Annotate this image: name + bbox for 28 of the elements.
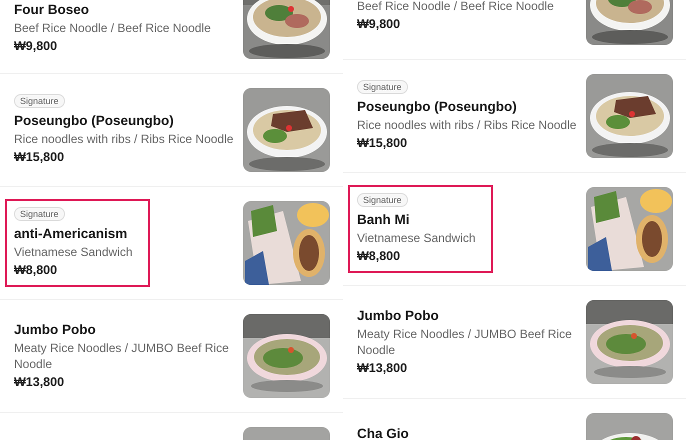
- item-name: Jumbo Pobo: [14, 321, 96, 338]
- item-price: ₩15,800: [14, 149, 64, 166]
- item-name: Banh Mi: [357, 211, 410, 228]
- item-description: Meaty Rice Noodles / JUMBO Beef Rice Noodle: [357, 326, 573, 358]
- signature-badge: Signature: [357, 193, 408, 207]
- item-description: Beef Rice Noodle / Beef Rice Noodle: [14, 20, 211, 36]
- item-description: Rice noodles with ribs / Ribs Rice Noodle: [14, 131, 234, 147]
- item-price: ₩13,800: [357, 360, 408, 377]
- item-price: ₩8,800: [357, 248, 400, 265]
- item-price: ₩15,800: [357, 135, 408, 152]
- item-name: Cha Gio: [357, 424, 409, 440]
- signature-badge: Signature: [14, 94, 65, 108]
- item-name: anti-Americanism: [14, 225, 128, 242]
- item-price: ₩13,800: [14, 374, 64, 391]
- signature-badge: Signature: [357, 80, 408, 94]
- item-name: Jumbo Pobo: [357, 307, 439, 324]
- item-description: Meaty Rice Noodles / JUMBO Beef Rice Noodle: [14, 340, 230, 372]
- item-price: ₩9,800: [357, 16, 400, 32]
- item-name: Four Boseo: [14, 1, 90, 18]
- item-name: Poseungbo (Poseungbo): [357, 98, 517, 115]
- item-price: ₩8,800: [14, 262, 58, 279]
- item-name: Poseungbo (Poseungbo): [14, 112, 174, 129]
- item-description: Vietnamese Sandwich: [14, 244, 133, 260]
- signature-badge: Signature: [14, 207, 65, 221]
- item-price: ₩9,800: [14, 38, 58, 55]
- item-description: Rice noodles with ribs / Ribs Rice Noodle: [357, 117, 576, 133]
- item-description: Beef Rice Noodle / Beef Rice Noodle: [357, 0, 554, 14]
- item-description: Vietnamese Sandwich: [357, 230, 476, 246]
